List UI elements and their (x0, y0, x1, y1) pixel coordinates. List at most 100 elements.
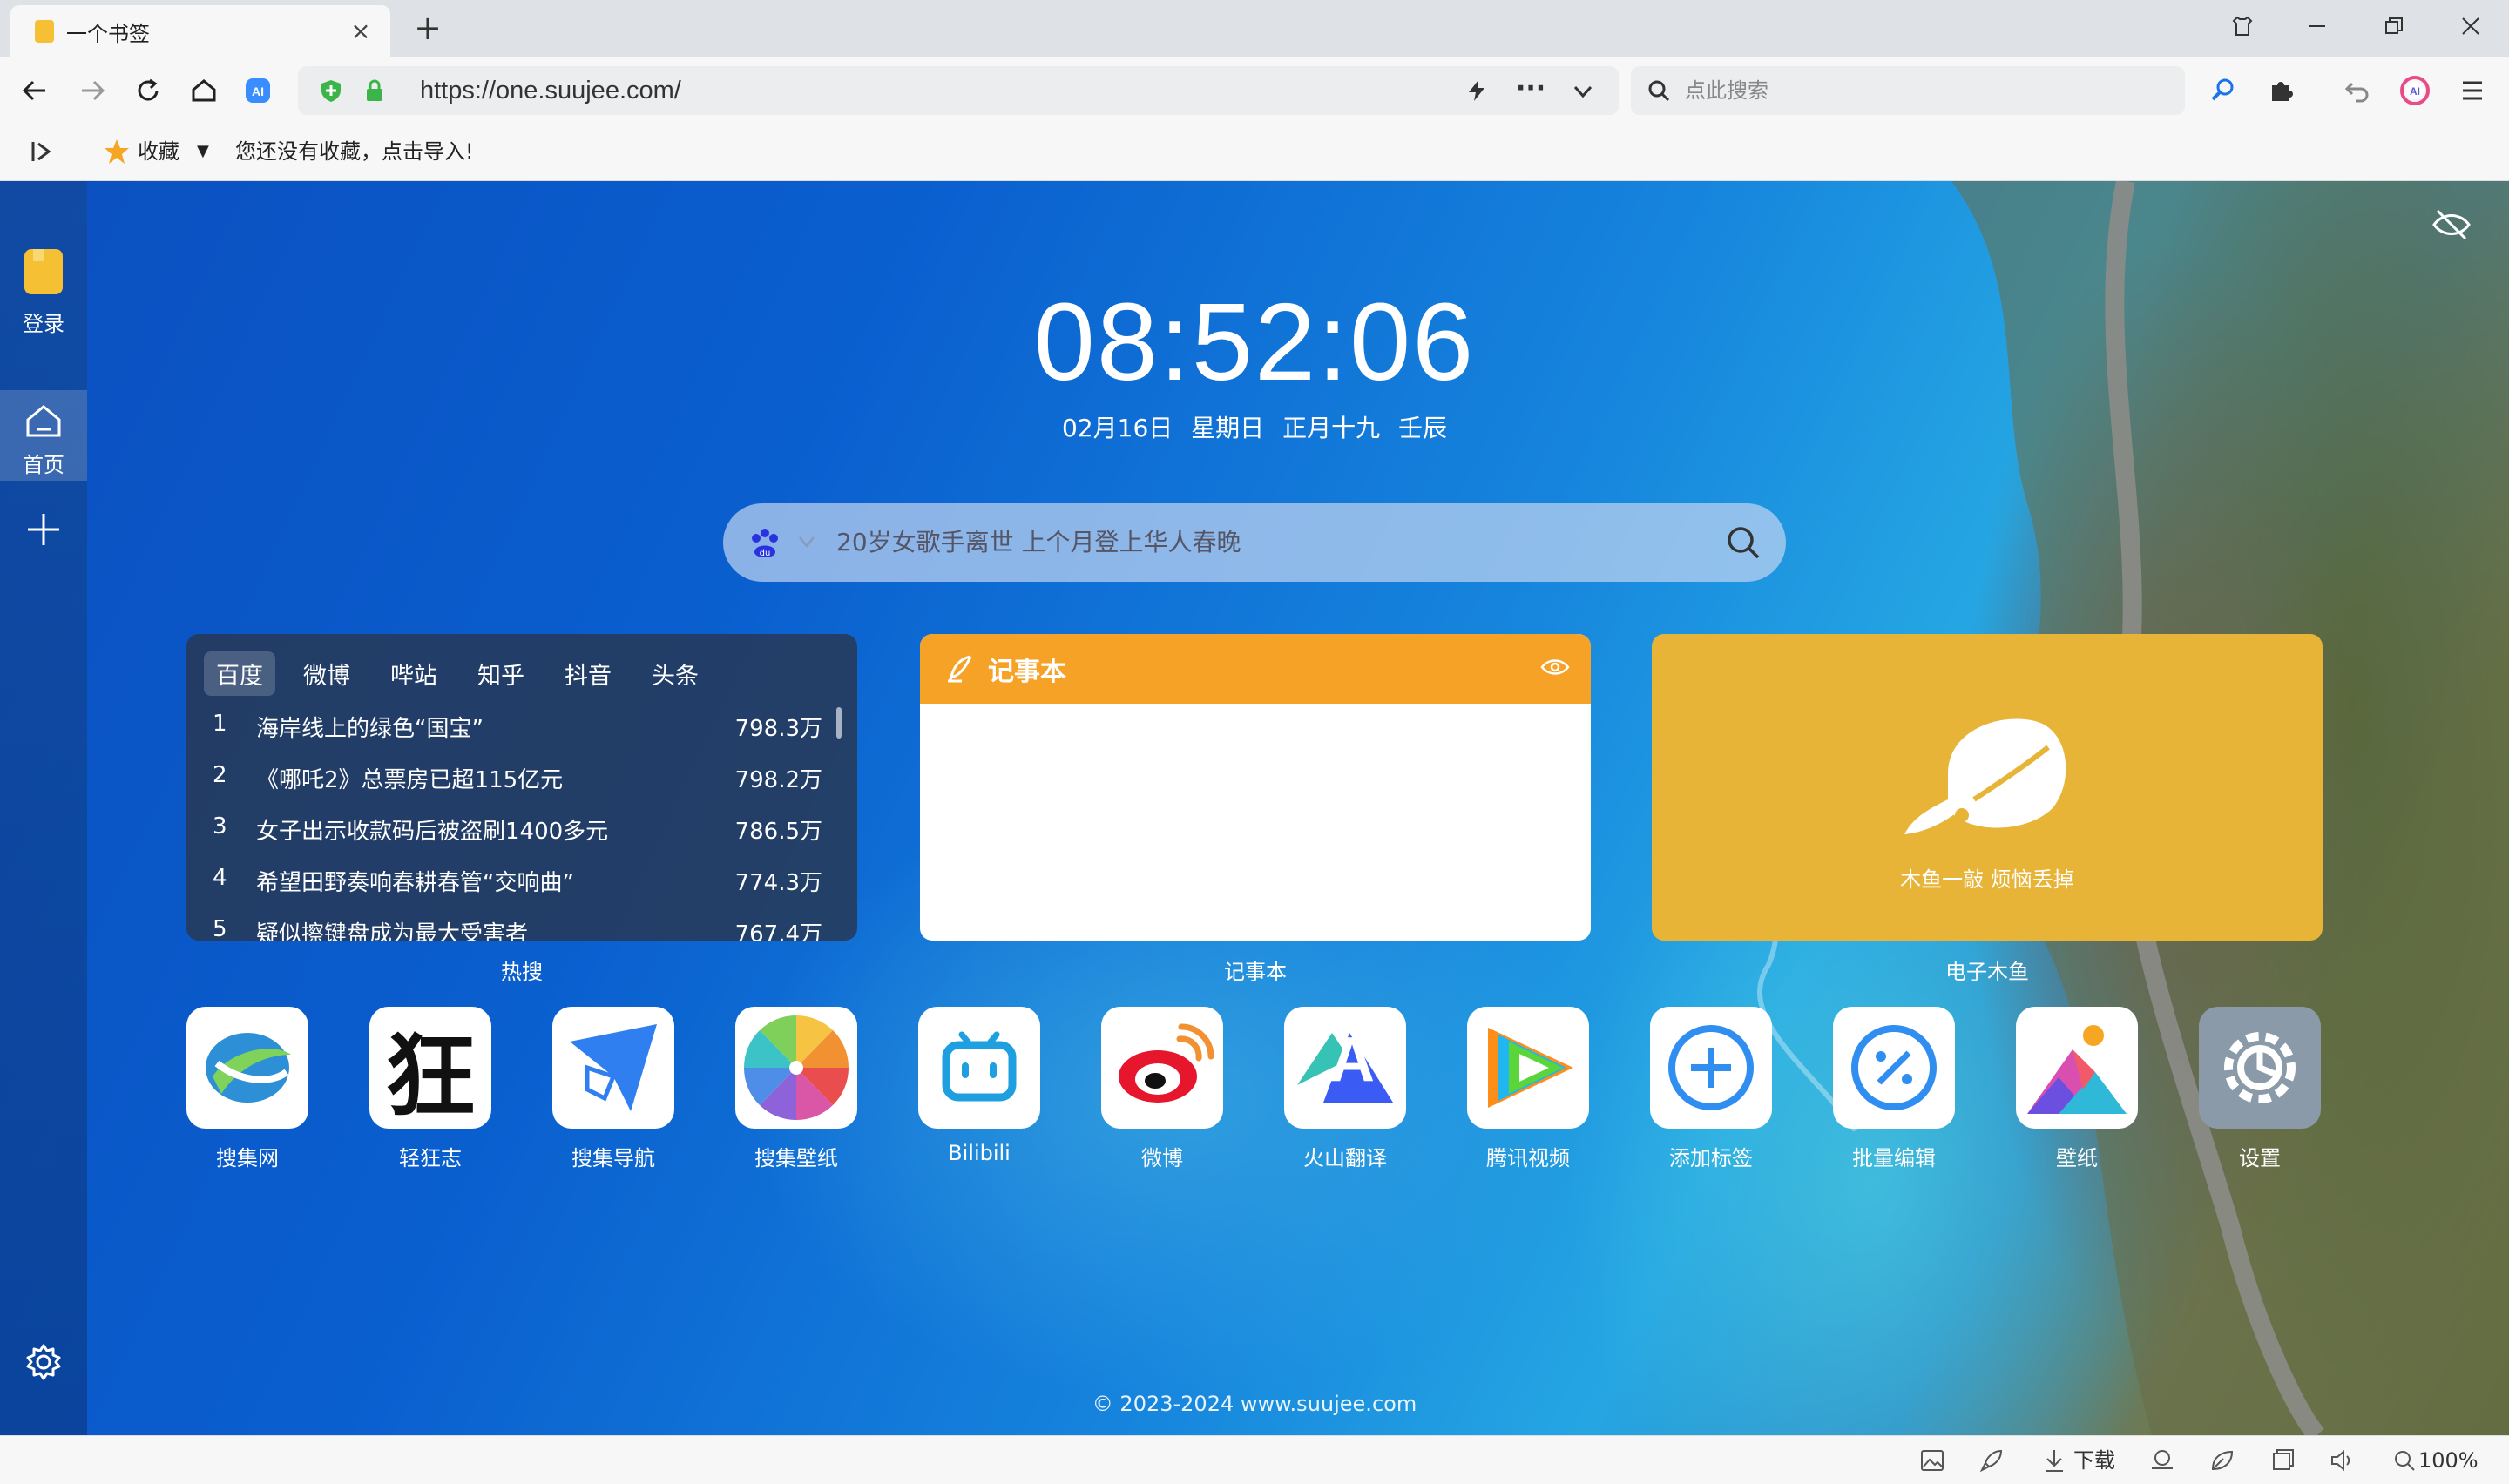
main-search-input[interactable]: 20岁女歌手离世 上个月登上华人春晚 (836, 503, 1241, 582)
hot-search-row[interactable]: 5 疑似擦键盘成为最大受害者 767.4万 (213, 907, 822, 941)
restore-button[interactable] (2371, 7, 2417, 45)
home-icon (26, 405, 61, 437)
search-box[interactable]: 点此搜索 (1631, 66, 2185, 115)
search-icon[interactable] (1725, 524, 1762, 564)
home-button[interactable] (185, 71, 223, 110)
more-options-button[interactable]: ··· (1516, 73, 1545, 104)
notepad-header-title: 记事本 (988, 657, 1066, 687)
sidebar-toggle-icon[interactable] (30, 139, 54, 167)
url-text[interactable]: https://one.suujee.com/ (420, 66, 681, 115)
eye-icon[interactable] (1540, 657, 1570, 681)
muyu-widget[interactable]: 木鱼一敲 烦恼丢掉 (1652, 634, 2323, 941)
app-souji-wallpaper[interactable]: 搜集壁纸 (735, 1007, 857, 1171)
find-icon[interactable] (2204, 71, 2242, 110)
hot-title: 海岸线上的绿色“国宝” (256, 716, 484, 742)
ai-icon[interactable]: AI (239, 71, 277, 110)
skin-icon[interactable] (2220, 7, 2265, 45)
app-bilibili[interactable]: Bilibili (918, 1007, 1040, 1165)
lightning-icon[interactable] (1465, 78, 1488, 106)
tab-toutiao[interactable]: 头条 (639, 651, 711, 696)
add-circle-icon (1650, 1007, 1772, 1129)
notepad-widget[interactable]: 记事本 (920, 634, 1591, 941)
engine-dropdown-icon[interactable] (798, 535, 815, 552)
sidebar-add-button[interactable] (0, 510, 87, 552)
sidebar-settings-button[interactable] (0, 1343, 87, 1385)
hot-scrollbar[interactable] (836, 707, 842, 739)
favorites-dropdown-icon[interactable]: ▼ (197, 124, 209, 179)
rank: 5 (213, 916, 227, 941)
bookmarks-bar: 收藏 ▼ 您还没有收藏，点击导入! (0, 124, 2509, 181)
extensions-icon[interactable] (2262, 71, 2300, 110)
zoom-icon[interactable] (2391, 1447, 2418, 1474)
favorites-button[interactable]: 收藏 (138, 124, 179, 179)
volume-icon[interactable] (2328, 1447, 2356, 1474)
app-batch-edit[interactable]: 批量编辑 (1833, 1007, 1955, 1171)
tab-baidu[interactable]: 百度 (204, 651, 275, 696)
forward-button[interactable] (73, 71, 112, 110)
app-wallpaper[interactable]: 壁纸 (2016, 1007, 2138, 1171)
tab-close-button[interactable]: × (347, 17, 375, 45)
new-tab-button[interactable]: + (409, 10, 446, 47)
notepad-title: 记事本 (1224, 960, 1287, 984)
close-window-button[interactable] (2448, 7, 2493, 45)
download-label[interactable]: 下载 (2073, 1436, 2115, 1484)
app-add-bookmark[interactable]: 添加标签 (1650, 1007, 1772, 1171)
hot-search-row[interactable]: 1 海岸线上的绿色“国宝” 798.3万 (213, 702, 822, 752)
footer-copyright[interactable]: © 2023-2024 www.suujee.com (958, 1392, 1551, 1416)
lock-icon[interactable] (364, 78, 385, 106)
hot-search-widget: 百度 微博 哔站 知乎 抖音 头条 1 海岸线上的绿色“国宝” 798.3万 2… (186, 634, 857, 941)
main-search-bar[interactable]: du 20岁女歌手离世 上个月登上华人春晚 (723, 503, 1786, 582)
clock-time: 08:52:06 (1033, 280, 1476, 403)
app-label: 微博 (1141, 1146, 1183, 1170)
new-tab-page: 登录 首页 08:52:06 02月16日 星期日 正月十九 壬辰 du 20岁… (0, 181, 2509, 1435)
hide-widgets-icon[interactable] (2431, 207, 2472, 246)
app-qingkuangzhi[interactable]: 狂 轻狂志 (369, 1007, 491, 1171)
baidu-engine-icon[interactable]: du (747, 526, 782, 564)
hot-search-row[interactable]: 4 希望田野奏响春耕春管“交响曲” 774.3万 (213, 856, 822, 907)
undo-icon[interactable] (2338, 71, 2377, 110)
image-icon[interactable] (1918, 1447, 1946, 1474)
address-bar[interactable]: https://one.suujee.com/ ··· (298, 66, 1619, 115)
app-souji-nav[interactable]: 搜集导航 (552, 1007, 674, 1171)
sidebar-item-label: 首页 (23, 453, 64, 477)
shield-icon[interactable] (319, 78, 343, 106)
app-weibo[interactable]: 微博 (1101, 1007, 1223, 1171)
zoom-level[interactable]: 100% (2418, 1436, 2479, 1484)
hot-search-row[interactable]: 3 女子出示收款码后被盗刷1400多元 786.5万 (213, 805, 822, 855)
download-icon[interactable] (2040, 1447, 2068, 1474)
window-icon[interactable] (2269, 1447, 2296, 1474)
tab-bilibili[interactable]: 哔站 (378, 651, 450, 696)
bookmark-favicon-icon (35, 20, 54, 43)
star-icon[interactable] (103, 138, 131, 169)
tab-zhihu[interactable]: 知乎 (465, 651, 537, 696)
tab-weibo[interactable]: 微博 (291, 651, 362, 696)
pinwheel-icon (735, 1007, 857, 1129)
tab-douyin[interactable]: 抖音 (552, 651, 624, 696)
hot-title: 女子出示收款码后被盗刷1400多元 (256, 819, 609, 845)
menu-icon[interactable] (2453, 71, 2492, 110)
back-button[interactable] (16, 71, 54, 110)
app-settings[interactable]: 设置 (2199, 1007, 2321, 1171)
ai-assistant-icon[interactable]: AI (2396, 71, 2434, 110)
chevron-down-icon[interactable] (1572, 80, 1594, 106)
svg-text:AI: AI (252, 84, 264, 98)
app-label: 搜集壁纸 (754, 1146, 838, 1170)
hot-search-tabs: 百度 微博 哔站 知乎 抖音 头条 (204, 651, 711, 696)
percent-circle-icon (1833, 1007, 1955, 1129)
leaf-icon[interactable] (2208, 1447, 2235, 1474)
rocket-icon[interactable] (1978, 1447, 2005, 1474)
app-souji[interactable]: 搜集网 (186, 1007, 308, 1171)
sidebar-item-login[interactable]: 登录 (0, 247, 87, 337)
reload-button[interactable] (129, 71, 167, 110)
browser-tab[interactable]: 一个书签 × (10, 5, 390, 57)
app-volcano-translate[interactable]: A 火山翻译 (1284, 1007, 1406, 1171)
bilibili-icon (918, 1007, 1040, 1129)
wooden-fish-icon (1904, 718, 2066, 834)
sidebar-item-home[interactable]: 首页 (0, 390, 87, 481)
hot-search-row[interactable]: 2 《哪吒2》总票房已超115亿元 798.2万 (213, 753, 822, 804)
minimize-button[interactable] (2295, 7, 2340, 45)
import-bookmarks-hint[interactable]: 您还没有收藏，点击导入! (235, 124, 474, 179)
app-tencent-video[interactable]: 腾讯视频 (1467, 1007, 1589, 1171)
status-bar: 下载 100% (0, 1435, 2509, 1484)
translate-tool-icon[interactable] (2148, 1447, 2176, 1474)
